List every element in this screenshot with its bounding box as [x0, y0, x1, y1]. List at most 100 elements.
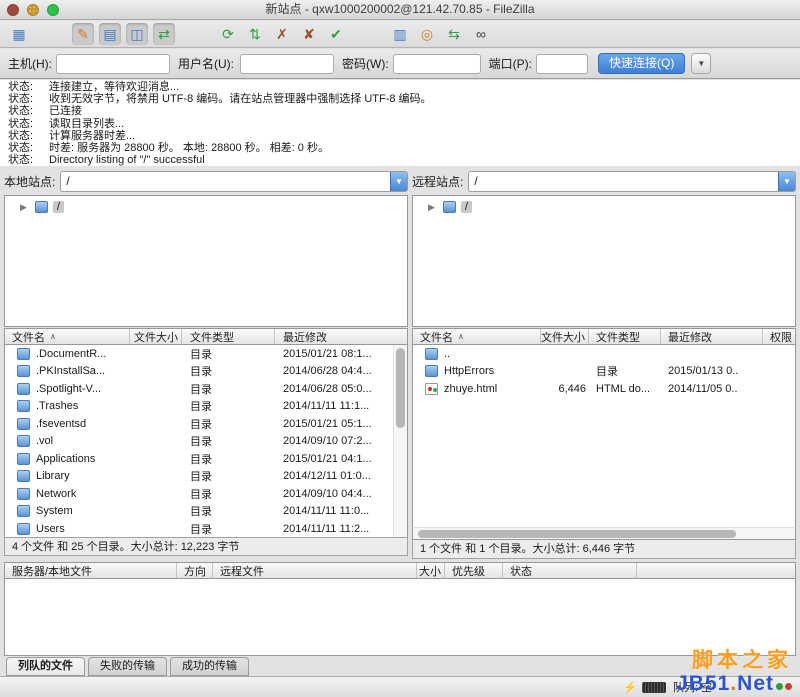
- column-status[interactable]: 状态: [503, 563, 637, 578]
- column-filename[interactable]: 文件名∧: [413, 329, 541, 344]
- username-label: 用户名(U):: [178, 55, 234, 72]
- disclosure-triangle-icon[interactable]: ▶: [20, 202, 27, 213]
- minimize-window-button[interactable]: [27, 4, 39, 16]
- tree-root-label[interactable]: /: [461, 201, 472, 213]
- file-row[interactable]: .fseventsd 目录 2015/01/21 05:1...: [5, 415, 407, 433]
- local-path-combobox[interactable]: / ▼: [60, 171, 408, 192]
- file-row[interactable]: zhuye.html 6,446 HTML do... 2014/11/05 0…: [413, 380, 795, 398]
- combo-arrow-button[interactable]: ▼: [778, 172, 795, 191]
- column-spacer: [637, 563, 795, 578]
- message-log: 状态: 连接建立，等待欢迎消息... 状态: 收到无效字节，将禁用 UTF-8 …: [0, 80, 800, 166]
- sort-asc-icon: ∧: [50, 332, 56, 341]
- file-type: 目录: [182, 433, 275, 449]
- file-type: 目录: [182, 468, 275, 484]
- file-row[interactable]: Network 目录 2014/09/10 04:4...: [5, 485, 407, 503]
- column-server-local-file[interactable]: 服务器/本地文件: [5, 563, 177, 578]
- remote-site-label: 远程站点:: [412, 173, 463, 190]
- file-name: ..: [444, 348, 450, 360]
- file-icon: [17, 505, 30, 517]
- log-status-label: 状态:: [0, 81, 49, 93]
- column-filetype[interactable]: 文件类型: [589, 329, 661, 344]
- scrollbar-thumb[interactable]: [418, 530, 736, 538]
- column-filename[interactable]: 文件名∧: [5, 329, 130, 344]
- toggle-queue-icon[interactable]: ⇄: [153, 23, 175, 45]
- binoculars-icon[interactable]: ∞: [470, 23, 492, 45]
- filter-icon[interactable]: ▥: [389, 23, 411, 45]
- file-name: Library: [36, 470, 70, 482]
- log-message: Directory listing of "/" successful: [49, 154, 205, 166]
- file-name: .vol: [36, 435, 53, 447]
- tab-queued-files[interactable]: 列队的文件: [6, 657, 85, 676]
- column-filetype[interactable]: 文件类型: [182, 329, 275, 344]
- file-icon: [17, 435, 30, 447]
- column-priority[interactable]: 优先级: [445, 563, 503, 578]
- sort-asc-icon: ∧: [458, 332, 464, 341]
- local-directory-tree: ▶ /: [4, 195, 408, 327]
- refresh-icon[interactable]: ⟳: [217, 23, 239, 45]
- host-input[interactable]: [56, 54, 170, 74]
- toggle-log-icon[interactable]: ✎: [72, 23, 94, 45]
- tree-row[interactable]: ▶ /: [5, 196, 407, 216]
- local-status-text: 4 个文件 和 25 个目录。大小总计: 12,223 字节: [4, 537, 408, 556]
- file-row[interactable]: Users 目录 2014/11/11 11:2...: [5, 520, 407, 537]
- process-queue-icon[interactable]: ⇅: [244, 23, 266, 45]
- column-permissions[interactable]: 权限: [763, 329, 795, 344]
- reconnect-icon[interactable]: ✔: [325, 23, 347, 45]
- tree-root-label[interactable]: /: [53, 201, 64, 213]
- file-modified: 2014/11/11 11:0...: [275, 505, 407, 517]
- combo-arrow-button[interactable]: ▼: [390, 172, 407, 191]
- toggle-remote-tree-icon[interactable]: ◫: [126, 23, 148, 45]
- file-row[interactable]: .Trashes 目录 2014/11/11 11:1...: [5, 398, 407, 416]
- file-row[interactable]: .Spotlight-V... 目录 2014/06/28 05:0...: [5, 380, 407, 398]
- log-message: 连接建立，等待欢迎消息...: [49, 81, 179, 93]
- scrollbar-thumb[interactable]: [396, 348, 405, 428]
- password-input[interactable]: [393, 54, 481, 74]
- tab-failed-transfers[interactable]: 失败的传输: [88, 657, 167, 676]
- remote-file-list: .. HttpErrors 目录 2015/01/13 0.. zhuye.ht…: [412, 345, 796, 527]
- port-input[interactable]: [536, 54, 588, 74]
- file-row[interactable]: .DocumentR... 目录 2015/01/21 08:1...: [5, 345, 407, 363]
- file-row[interactable]: Library 目录 2014/12/11 01:0...: [5, 468, 407, 486]
- log-message: 时差: 服务器为 28800 秒。 本地: 28800 秒。 相差: 0 秒。: [49, 142, 329, 154]
- column-direction[interactable]: 方向: [177, 563, 213, 578]
- disconnect-icon[interactable]: ✘: [298, 23, 320, 45]
- search-icon[interactable]: ◎: [416, 23, 438, 45]
- file-row[interactable]: ..: [413, 345, 795, 363]
- status-badge: [642, 682, 666, 693]
- remote-list-header: 文件名∧ 文件大小 文件类型 最近修改 权限: [412, 328, 796, 345]
- file-row[interactable]: System 目录 2014/11/11 11:0...: [5, 503, 407, 521]
- cancel-icon[interactable]: ✗: [271, 23, 293, 45]
- close-window-button[interactable]: [7, 4, 19, 16]
- column-size[interactable]: 大小: [417, 563, 445, 578]
- remote-path-combobox[interactable]: / ▼: [468, 171, 796, 192]
- file-name: Applications: [36, 453, 95, 465]
- file-row[interactable]: Applications 目录 2015/01/21 04:1...: [5, 450, 407, 468]
- file-name: HttpErrors: [444, 365, 494, 377]
- log-status-label: 状态:: [0, 154, 49, 166]
- log-message: 读取目录列表...: [49, 118, 124, 130]
- toggle-local-tree-icon[interactable]: ▤: [99, 23, 121, 45]
- file-modified: 2015/01/13 0..: [661, 365, 763, 377]
- tab-successful-transfers[interactable]: 成功的传输: [170, 657, 249, 676]
- quickconnect-button[interactable]: 快速连接(Q): [598, 53, 685, 74]
- quickconnect-dropdown-button[interactable]: ▼: [691, 53, 711, 74]
- tree-row[interactable]: ▶ /: [413, 196, 795, 216]
- horizontal-scrollbar[interactable]: [412, 527, 796, 540]
- column-remote-file[interactable]: 远程文件: [213, 563, 417, 578]
- vertical-scrollbar[interactable]: [393, 345, 407, 537]
- username-input[interactable]: [240, 54, 334, 74]
- compare-icon[interactable]: ⇆: [443, 23, 465, 45]
- disclosure-triangle-icon[interactable]: ▶: [428, 202, 435, 213]
- column-modified[interactable]: 最近修改: [275, 329, 407, 344]
- site-manager-icon[interactable]: ▦: [8, 23, 30, 45]
- column-modified[interactable]: 最近修改: [661, 329, 763, 344]
- file-row[interactable]: .PKInstallSa... 目录 2014/06/28 04:4...: [5, 363, 407, 381]
- indicator-icon: ⚡: [623, 681, 637, 694]
- queue-tabs: 列队的文件 失败的传输 成功的传输: [6, 657, 249, 676]
- zoom-window-button[interactable]: [47, 4, 59, 16]
- column-filesize[interactable]: 文件大小: [541, 329, 589, 344]
- column-filesize[interactable]: 文件大小: [130, 329, 182, 344]
- file-row[interactable]: .vol 目录 2014/09/10 07:2...: [5, 433, 407, 451]
- file-row[interactable]: HttpErrors 目录 2015/01/13 0..: [413, 363, 795, 381]
- window-title: 新站点 - qxw1000200002@121.42.70.85 - FileZ…: [0, 0, 800, 19]
